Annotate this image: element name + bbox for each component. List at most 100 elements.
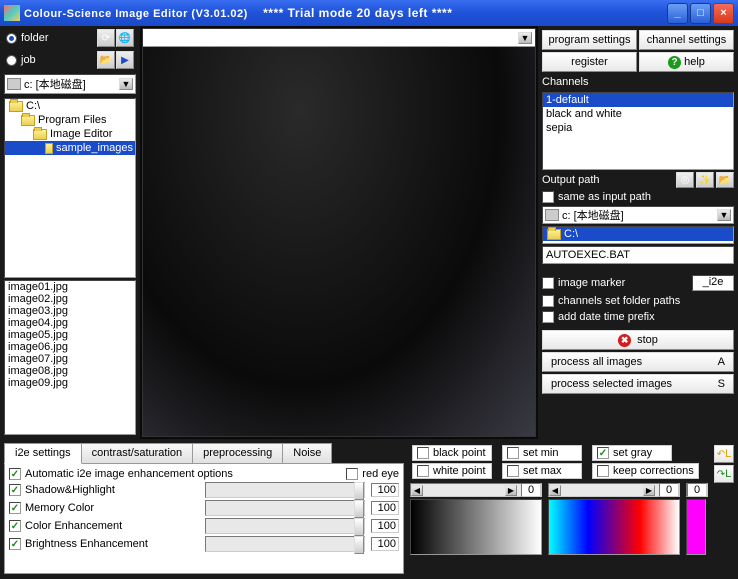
tree-item[interactable]: Program Files — [5, 113, 135, 127]
set-max-checkbox[interactable] — [507, 465, 519, 477]
output-file-field[interactable]: AUTOEXEC.BAT — [542, 246, 734, 264]
image-marker-input[interactable]: _i2e — [692, 275, 734, 291]
play-icon[interactable]: ▶ — [116, 51, 134, 69]
channel-item-selected[interactable]: 1-default — [543, 93, 733, 107]
tree-item-selected[interactable]: sample_images — [5, 141, 135, 155]
sat-slider[interactable]: 0 — [686, 483, 708, 497]
new-folder-icon[interactable]: ✨ — [696, 172, 714, 188]
auto-i2e-checkbox[interactable] — [9, 468, 21, 480]
color-enhancement-value[interactable]: 100 — [371, 519, 399, 533]
black-point-checkbox[interactable] — [417, 447, 429, 459]
brightness-enhancement-value[interactable]: 100 — [371, 537, 399, 551]
stop-button[interactable]: ✖stop — [542, 330, 734, 350]
process-selected-button[interactable]: process selected imagesS — [542, 374, 734, 394]
gradient-hue[interactable] — [548, 499, 680, 555]
memory-color-slider[interactable] — [205, 500, 365, 516]
image-marker-label: image marker — [558, 277, 625, 289]
color-enhancement-label: Color Enhancement — [25, 520, 122, 532]
tree-item[interactable]: Image Editor — [5, 127, 135, 141]
list-item[interactable]: image05.jpg — [5, 329, 135, 341]
browse-folder-icon[interactable]: 📂 — [716, 172, 734, 188]
list-item[interactable]: image01.jpg — [5, 281, 135, 293]
undo-button[interactable]: ↶L — [714, 445, 734, 463]
trial-notice: **** Trial mode 20 days left **** — [263, 6, 452, 20]
tab-noise[interactable]: Noise — [282, 443, 332, 464]
window-title: Colour-Science Image Editor (V3.01.02) *… — [24, 6, 667, 20]
refresh-icon[interactable]: ⟳ — [97, 29, 115, 47]
shadow-highlight-checkbox[interactable] — [9, 484, 21, 496]
channels-set-checkbox[interactable] — [542, 295, 554, 307]
list-item[interactable]: image08.jpg — [5, 365, 135, 377]
shadow-highlight-value[interactable]: 100 — [371, 483, 399, 497]
help-button[interactable]: ?help — [639, 52, 734, 72]
target-icon[interactable]: ◎ — [676, 172, 694, 188]
color-enhancement-slider[interactable] — [205, 518, 365, 534]
same-as-input-checkbox[interactable] — [542, 191, 554, 203]
list-item[interactable]: image03.jpg — [5, 305, 135, 317]
file-list[interactable]: image01.jpg image02.jpg image03.jpg imag… — [4, 280, 136, 435]
memory-color-label: Memory Color — [25, 502, 94, 514]
list-item[interactable]: image06.jpg — [5, 341, 135, 353]
folder-radio[interactable] — [6, 33, 17, 44]
channel-item[interactable]: black and white — [543, 107, 733, 121]
globe-icon[interactable]: 🌐 — [116, 29, 134, 47]
maximize-button[interactable]: □ — [690, 3, 711, 24]
job-radio[interactable] — [6, 55, 17, 66]
chevron-down-icon[interactable]: ▼ — [518, 32, 532, 44]
shadow-highlight-slider[interactable] — [205, 482, 365, 498]
drive-label: c: [本地磁盘] — [24, 76, 86, 92]
gradient-saturation[interactable] — [686, 499, 706, 555]
keep-corrections-checkbox[interactable] — [597, 465, 609, 477]
titlebar: Colour-Science Image Editor (V3.01.02) *… — [0, 0, 738, 26]
image-marker-checkbox[interactable] — [542, 277, 554, 289]
right-panel: program settings channel settings regist… — [538, 26, 738, 439]
list-item[interactable]: image02.jpg — [5, 293, 135, 305]
memory-color-checkbox[interactable] — [9, 502, 21, 514]
red-eye-label: red eye — [362, 468, 399, 480]
tab-contrast-saturation[interactable]: contrast/saturation — [81, 443, 194, 464]
open-icon[interactable]: 📂 — [97, 51, 115, 69]
shortcut-key: S — [718, 378, 725, 390]
register-button[interactable]: register — [542, 52, 637, 72]
tab-body: Automatic i2e image enhancement options … — [4, 463, 404, 574]
redo-button[interactable]: ↷L — [714, 465, 734, 483]
channel-item[interactable]: sepia — [543, 121, 733, 135]
brightness-enhancement-slider[interactable] — [205, 536, 365, 552]
chevron-down-icon[interactable]: ▼ — [119, 78, 133, 90]
process-all-button[interactable]: process all imagesA — [542, 352, 734, 372]
list-item[interactable]: image07.jpg — [5, 353, 135, 365]
output-folder-tree[interactable]: C:\ — [542, 226, 734, 244]
program-settings-button[interactable]: program settings — [542, 30, 637, 50]
white-point-checkbox[interactable] — [417, 465, 429, 477]
brightness-enhancement-checkbox[interactable] — [9, 538, 21, 550]
channels-label: Channels — [542, 74, 734, 90]
tab-i2e-settings[interactable]: i2e settings — [4, 443, 82, 464]
red-eye-checkbox[interactable] — [346, 468, 358, 480]
set-min-checkbox[interactable] — [507, 447, 519, 459]
tree-item[interactable]: C:\ — [5, 99, 135, 113]
set-max-label: set max — [523, 465, 562, 477]
set-gray-checkbox[interactable] — [597, 447, 609, 459]
folder-icon — [45, 143, 53, 154]
channels-list[interactable]: 1-default black and white sepia — [542, 92, 734, 170]
preview-combo[interactable]: ▼ — [143, 29, 535, 47]
brightness-slider[interactable]: ◀▶0 — [410, 483, 542, 497]
minimize-button[interactable]: _ — [667, 3, 688, 24]
list-item[interactable]: image09.jpg — [5, 377, 135, 389]
folder-tree[interactable]: C:\ Program Files Image Editor sample_im… — [4, 98, 136, 278]
list-item[interactable]: image04.jpg — [5, 317, 135, 329]
channel-settings-button[interactable]: channel settings — [639, 30, 734, 50]
output-drive-combo[interactable]: c: [本地磁盘]▼ — [542, 206, 734, 224]
gradient-luminance[interactable] — [410, 499, 542, 555]
chevron-down-icon[interactable]: ▼ — [717, 209, 731, 221]
close-button[interactable]: × — [713, 3, 734, 24]
memory-color-value[interactable]: 100 — [371, 501, 399, 515]
folder-icon — [33, 129, 47, 140]
tab-preprocessing[interactable]: preprocessing — [192, 443, 283, 464]
hue-slider[interactable]: ◀▶0 — [548, 483, 680, 497]
brightness-value: 0 — [521, 483, 541, 497]
channels-set-label: channels set folder paths — [558, 295, 680, 307]
drive-combo[interactable]: c: [本地磁盘] ▼ — [4, 74, 136, 94]
color-enhancement-checkbox[interactable] — [9, 520, 21, 532]
add-date-checkbox[interactable] — [542, 311, 554, 323]
